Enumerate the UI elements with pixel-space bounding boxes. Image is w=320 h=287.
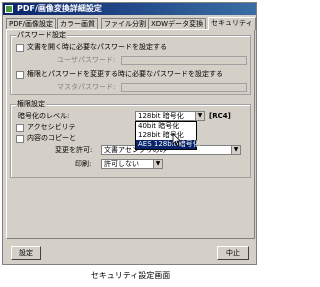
cancel-button[interactable]: 中止 — [217, 246, 249, 260]
print-permission-select[interactable]: 許可しない ▼ — [101, 159, 163, 169]
permission-group-label: 権限設定 — [16, 99, 46, 109]
chevron-down-icon: ▼ — [231, 146, 240, 154]
mouse-pointer-icon — [172, 133, 182, 147]
encryption-level-dropdown: 40bit 暗号化 128bit 暗号化 AES 128bit 暗号化 — [135, 121, 200, 150]
open-password-label: 文書を開く時に必要なパスワードを設定する — [27, 43, 167, 51]
window-title: PDF/画像変換詳細設定 — [17, 4, 102, 13]
master-password-checkbox[interactable] — [16, 71, 24, 79]
encryption-option-40bit[interactable]: 40bit 暗号化 — [136, 122, 196, 131]
settings-button[interactable]: 設定 — [11, 246, 41, 260]
security-panel: パスワード設定 文書を開く時に必要なパスワードを設定する ユーザパスワード: 権… — [6, 29, 255, 239]
tab-security[interactable]: セキュリティ — [208, 17, 256, 30]
dialog-window: PDF/画像変換詳細設定 PDF/画像設定 カラー画質 ファイル分割 XDWデー… — [2, 2, 257, 265]
master-password-field[interactable] — [121, 83, 247, 92]
password-group: パスワード設定 文書を開く時に必要なパスワードを設定する ユーザパスワード: 権… — [10, 30, 251, 95]
copy-label: 内容のコピーと — [27, 134, 76, 142]
figure-caption: セキュリティ設定画面 — [90, 271, 171, 280]
user-password-field[interactable] — [121, 56, 247, 65]
print-permission-label: 印刷: — [75, 160, 92, 168]
encryption-level-value: 128bit 暗号化 — [138, 112, 184, 120]
encryption-option-aes128[interactable]: AES 128bit 暗号化 — [136, 140, 200, 149]
accessibility-label: アクセシビリテ — [27, 123, 76, 131]
encryption-level-select[interactable]: 128bit 暗号化 ▼ — [135, 111, 205, 121]
change-permission-label: 変更を許可: — [55, 146, 93, 154]
accessibility-checkbox[interactable] — [16, 124, 24, 132]
chevron-down-icon: ▼ — [153, 160, 162, 168]
chevron-down-icon: ▼ — [195, 112, 204, 120]
app-icon — [5, 5, 13, 13]
tab-color-quality[interactable]: カラー画質 — [57, 18, 98, 29]
encryption-algorithm: [RC4] — [209, 112, 231, 120]
tab-file-split[interactable]: ファイル分割 — [101, 18, 149, 29]
copy-checkbox[interactable] — [16, 135, 24, 143]
tab-pdf-image[interactable]: PDF/画像設定 — [6, 18, 56, 29]
tab-xdw-convert[interactable]: XDWデータ変換 — [148, 18, 207, 29]
master-password-checkbox-label: 権限とパスワードを変更する時に必要なパスワードを設定する — [27, 70, 223, 78]
encryption-option-128bit[interactable]: 128bit 暗号化 — [136, 131, 196, 140]
password-group-label: パスワード設定 — [16, 30, 67, 40]
open-password-checkbox[interactable] — [16, 44, 24, 52]
encryption-level-label: 暗号化のレベル: — [18, 112, 70, 120]
title-bar: PDF/画像変換詳細設定 — [3, 3, 256, 15]
permission-group: 権限設定 暗号化のレベル: 128bit 暗号化 ▼ [RC4] 40bit 暗… — [10, 99, 251, 178]
user-password-label: ユーザパスワード: — [57, 56, 116, 64]
master-password-label: マスタパスワード: — [57, 83, 116, 91]
print-permission-value: 許可しない — [104, 160, 139, 168]
